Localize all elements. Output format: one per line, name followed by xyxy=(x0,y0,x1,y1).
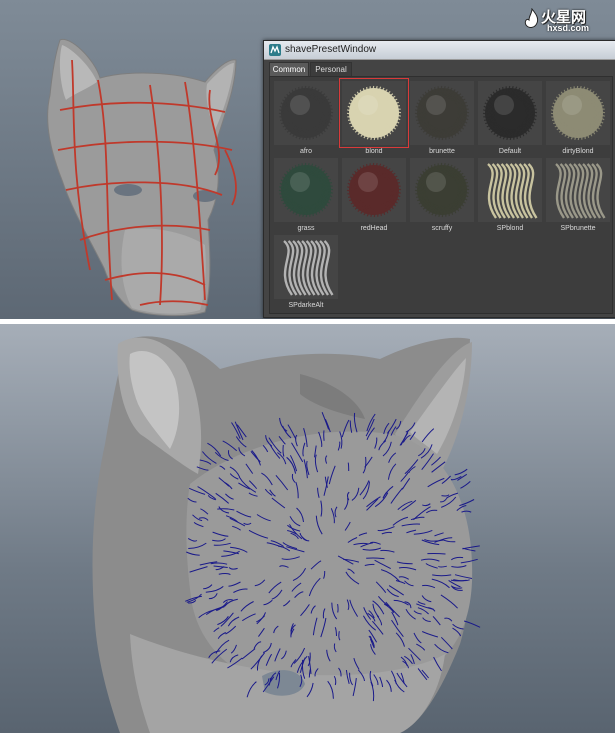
selected-preset-highlight xyxy=(339,78,409,148)
preset-tile-dirtyblond[interactable] xyxy=(546,81,610,145)
preset-grid: afro blond brunette Default dirtyBlond grass r… xyxy=(269,76,613,314)
preset-label-blond: blond xyxy=(365,148,383,155)
preset-label-spbrunette: SPbrunette xyxy=(560,225,596,232)
preset-tile-spdarkealt[interactable] xyxy=(274,235,338,299)
preset-tile-spbrunette[interactable] xyxy=(546,158,610,222)
hxsd-watermark: 火星网 hxsd.com xyxy=(523,6,607,34)
watermark-url: hxsd.com xyxy=(547,23,590,33)
preset-label-default: Default xyxy=(498,148,522,155)
maya-app-icon xyxy=(269,44,281,56)
preset-label-spblond: SPblond xyxy=(496,225,524,232)
preset-tile-scruffy[interactable] xyxy=(410,158,474,222)
preset-label-dirtyblond: dirtyBlond xyxy=(562,148,594,155)
preset-tile-redhead[interactable] xyxy=(342,158,406,222)
preset-label-scruffy: scruffy xyxy=(431,225,453,232)
preset-tile-afro[interactable] xyxy=(274,81,338,145)
window-title: shavePresetWindow xyxy=(285,44,377,55)
preset-label-afro: afro xyxy=(299,148,313,155)
preset-tile-spblond[interactable] xyxy=(478,158,542,222)
preset-tile-brunette[interactable] xyxy=(410,81,474,145)
preset-tile-default[interactable] xyxy=(478,81,542,145)
wolf-head-model-bottom[interactable] xyxy=(0,324,615,733)
preset-label-brunette: brunette xyxy=(429,148,455,155)
flame-logo-icon xyxy=(524,8,539,28)
tab-personal[interactable]: Personal xyxy=(310,62,352,77)
preset-tile-grass[interactable] xyxy=(274,158,338,222)
window-titlebar[interactable]: shavePresetWindow xyxy=(264,41,615,60)
shave-preset-window[interactable]: shavePresetWindow Common Personal afro bl… xyxy=(263,40,615,318)
bottom-viewport[interactable] xyxy=(0,324,615,733)
preset-label-grass: grass xyxy=(297,225,315,232)
preset-label-spdarkealt: SPdarkeAlt xyxy=(288,302,324,309)
tab-common[interactable]: Common xyxy=(269,62,309,77)
top-viewport[interactable]: shavePresetWindow Common Personal afro bl… xyxy=(0,0,615,319)
preset-label-redhead: redHead xyxy=(360,225,388,232)
